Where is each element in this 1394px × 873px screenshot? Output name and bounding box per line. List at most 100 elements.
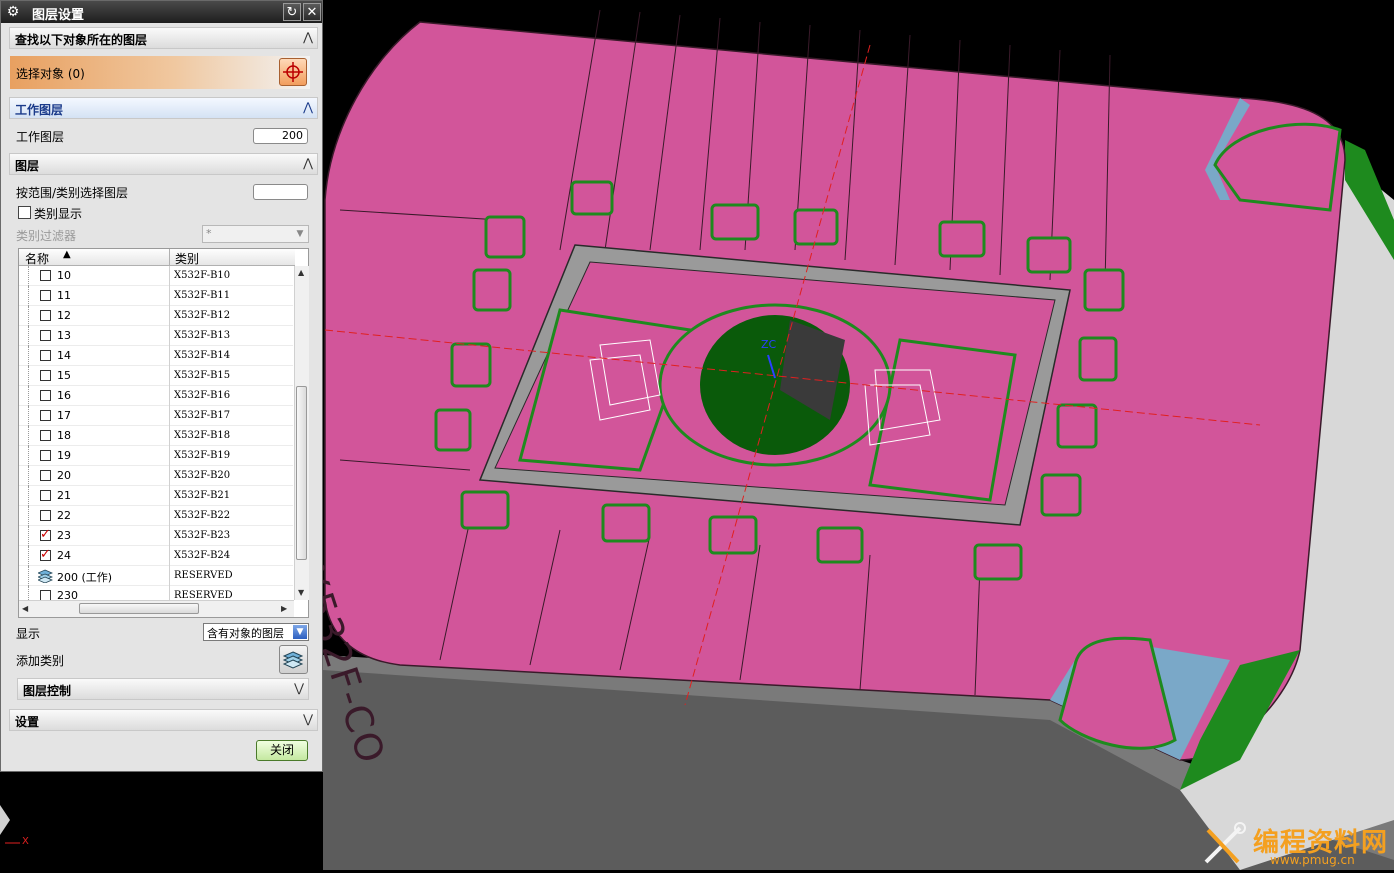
table-row[interactable]: 22 X532F-B22 <box>19 506 293 526</box>
layer-category: X532F-B11 <box>174 290 231 301</box>
table-row[interactable]: 10 X532F-B10 <box>19 266 293 286</box>
layer-visibility-checkbox[interactable] <box>40 430 51 441</box>
layer-name: 11 <box>57 289 71 302</box>
layer-category: X532F-B13 <box>174 330 231 341</box>
table-row[interactable]: 12 X532F-B12 <box>19 306 293 326</box>
layer-category: X532F-B21 <box>174 490 231 501</box>
triad-x-label: X <box>22 836 29 847</box>
table-row[interactable]: ✓ 23 X532F-B23 <box>19 526 293 546</box>
chevron-down-icon: ▼ <box>296 229 304 239</box>
watermark-url: www.pmug.cn <box>1270 853 1355 867</box>
view-triad: X <box>0 805 40 855</box>
table-row[interactable]: 19 X532F-B19 <box>19 446 293 466</box>
table-row[interactable]: 17 X532F-B17 <box>19 406 293 426</box>
layer-table-header: 名称 ▲ 类别 <box>19 249 295 266</box>
layer-visibility-checkbox[interactable] <box>40 410 51 421</box>
horizontal-scroll-thumb[interactable] <box>79 603 199 614</box>
layer-visibility-checkbox[interactable] <box>40 350 51 361</box>
table-row[interactable]: 14 X532F-B14 <box>19 346 293 366</box>
table-row[interactable]: 15 X532F-B15 <box>19 366 293 386</box>
layer-name: 20 <box>57 469 71 482</box>
select-object-button[interactable] <box>279 58 307 86</box>
table-row[interactable]: 18 X532F-B18 <box>19 426 293 446</box>
vertical-scrollbar[interactable]: ▲ ▼ <box>294 266 309 600</box>
dialog-titlebar[interactable]: ⚙ 图层设置 ↻ ✕ <box>1 1 322 23</box>
table-row[interactable]: ✓ 24 X532F-B24 <box>19 546 293 566</box>
column-header-category[interactable]: 类别 <box>175 250 199 267</box>
display-select-value: 含有对象的图层 <box>207 627 284 640</box>
layer-category: X532F-B18 <box>174 430 231 441</box>
layer-name: 24 <box>57 549 71 562</box>
select-object-label: 选择对象 (0) <box>16 67 85 81</box>
chevron-down-icon: ⋁ <box>294 681 304 695</box>
layer-visibility-checkbox[interactable] <box>40 390 51 401</box>
checkmark-icon: ✓ <box>40 547 51 562</box>
table-row[interactable]: 21 X532F-B21 <box>19 486 293 506</box>
scroll-up-icon[interactable]: ▲ <box>298 268 304 277</box>
category-display-checkbox[interactable] <box>18 206 31 219</box>
scroll-right-icon[interactable]: ▶ <box>281 604 287 613</box>
watermark: 编程资料网 www.pmug.cn <box>1200 822 1390 868</box>
chevron-up-icon: ⋀ <box>303 156 313 170</box>
scroll-left-icon[interactable]: ◀ <box>22 604 28 613</box>
close-icon[interactable]: ✕ <box>303 3 321 21</box>
category-filter-select[interactable]: * ▼ <box>202 225 309 243</box>
layer-category: X532F-B12 <box>174 310 231 321</box>
vertical-scroll-thumb[interactable] <box>296 386 307 560</box>
find-objects-section-title: 查找以下对象所在的图层 <box>15 33 148 47</box>
close-button[interactable]: 关闭 <box>256 740 308 761</box>
layer-name: 21 <box>57 489 71 502</box>
layer-name: 10 <box>57 269 71 282</box>
category-filter-value: * <box>206 227 212 240</box>
table-row[interactable]: 200 (工作) RESERVED <box>19 566 293 586</box>
layer-visibility-checkbox[interactable] <box>40 330 51 341</box>
work-layer-label: 工作图层 <box>16 130 65 144</box>
layer-table: 名称 ▲ 类别 10 X532F-B10 11 X532F-B11 12 X532F-B1… <box>18 248 309 618</box>
range-category-input[interactable] <box>253 184 308 200</box>
display-select[interactable]: 含有对象的图层 ▼ <box>203 623 309 641</box>
layer-name: 13 <box>57 329 71 342</box>
layer-visibility-checkbox[interactable] <box>40 470 51 481</box>
select-object-row[interactable]: 选择对象 (0) <box>10 56 310 89</box>
scroll-down-icon[interactable]: ▼ <box>298 588 304 597</box>
sort-ascending-icon: ▲ <box>63 249 71 260</box>
chevron-up-icon: ⋀ <box>303 30 313 44</box>
layer-category: X532F-B17 <box>174 410 231 421</box>
gear-icon: ⚙ <box>6 4 20 20</box>
layer-visibility-checkbox[interactable] <box>40 450 51 461</box>
reset-icon[interactable]: ↻ <box>283 3 301 21</box>
layer-control-section-header[interactable]: 图层控制 ⋁ <box>17 678 309 700</box>
layer-control-section-title: 图层控制 <box>23 684 72 698</box>
find-objects-section-header[interactable]: 查找以下对象所在的图层 ⋀ <box>9 27 318 49</box>
table-row[interactable]: 11 X532F-B11 <box>19 286 293 306</box>
layer-settings-dialog: ⚙ 图层设置 ↻ ✕ 查找以下对象所在的图层 ⋀ 选择对象 (0) 工作图层 ⋀… <box>0 0 323 772</box>
display-label: 显示 <box>16 627 41 641</box>
horizontal-scrollbar[interactable]: ◀ ▶ <box>19 600 294 617</box>
tools-icon <box>1204 822 1246 864</box>
layer-visibility-checkbox[interactable] <box>40 510 51 521</box>
layer-visibility-checkbox[interactable] <box>40 490 51 501</box>
settings-section-header[interactable]: 设置 ⋁ <box>9 709 318 731</box>
work-layer-input[interactable]: 200 <box>253 128 308 144</box>
layer-name: 22 <box>57 509 71 522</box>
column-header-name[interactable]: 名称 <box>25 250 49 267</box>
layer-category: X532F-B23 <box>174 530 231 541</box>
layers-section-header[interactable]: 图层 ⋀ <box>9 153 318 175</box>
layer-category: X532F-B22 <box>174 510 231 521</box>
layer-name: 19 <box>57 449 71 462</box>
category-filter-label: 类别过滤器 <box>16 229 77 243</box>
chevron-up-icon: ⋀ <box>303 100 313 114</box>
layer-name: 18 <box>57 429 71 442</box>
layer-name: 14 <box>57 349 71 362</box>
add-category-label: 添加类别 <box>16 654 65 668</box>
layer-visibility-checkbox[interactable] <box>40 370 51 381</box>
work-layer-section-header[interactable]: 工作图层 ⋀ <box>9 97 318 119</box>
table-row[interactable]: 16 X532F-B16 <box>19 386 293 406</box>
layer-visibility-checkbox[interactable] <box>40 310 51 321</box>
layer-category: X532F-B15 <box>174 370 231 381</box>
layer-visibility-checkbox[interactable] <box>40 270 51 281</box>
table-row[interactable]: 20 X532F-B20 <box>19 466 293 486</box>
layer-visibility-checkbox[interactable] <box>40 290 51 301</box>
table-row[interactable]: 13 X532F-B13 <box>19 326 293 346</box>
add-category-button[interactable] <box>279 645 308 674</box>
